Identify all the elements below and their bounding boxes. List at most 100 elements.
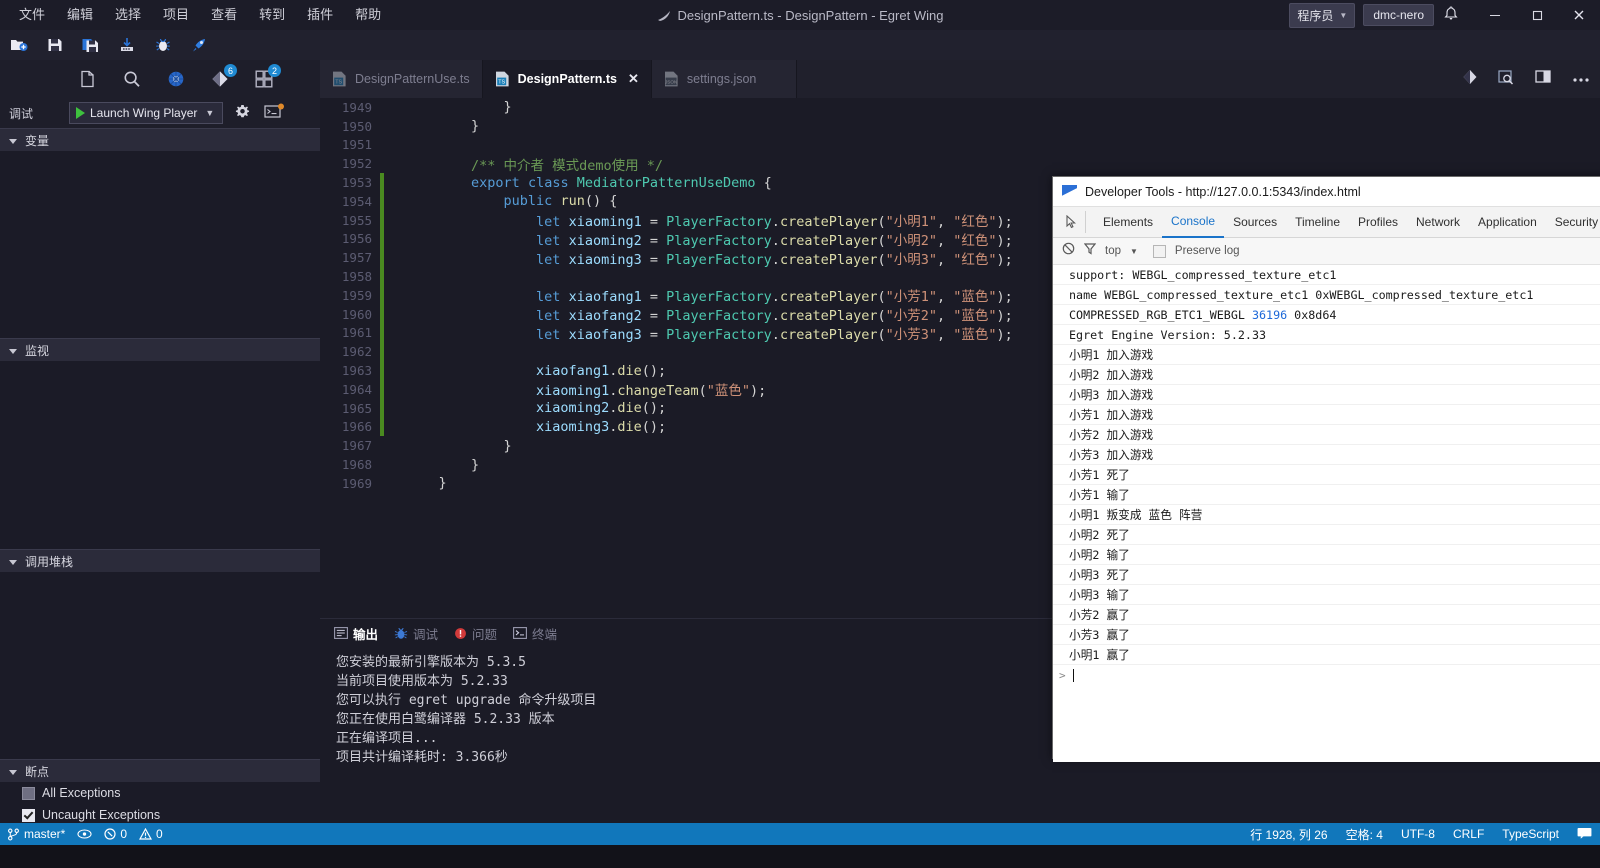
save-all-icon[interactable] [82,36,100,54]
section-header-variables[interactable]: 变量 [0,128,320,151]
editor-tab[interactable]: TS DesignPatternUse.ts [320,60,483,98]
line-number: 1958 [341,269,372,285]
split-editor-icon[interactable] [1535,69,1552,89]
devtools-console-output[interactable]: support: WEBGL_compressed_texture_etc1 na… [1053,265,1600,762]
status-errors[interactable]: 0 [104,827,127,841]
console-log-row: 小明2 输了 [1053,545,1600,565]
editor-tab[interactable]: JSON settings.json [651,60,797,98]
maximize-button[interactable] [1516,0,1558,30]
search-icon[interactable] [122,69,142,89]
devtools-console-filter-bar: top ▼ Preserve log [1053,238,1600,265]
open-console-icon[interactable] [264,103,285,124]
menu-project[interactable]: 项目 [152,0,200,30]
line-number: 1962 [341,344,372,360]
chevron-expanded-icon [9,348,17,354]
menu-view[interactable]: 查看 [200,0,248,30]
menu-goto[interactable]: 转到 [248,0,296,30]
menu-help[interactable]: 帮助 [344,0,392,30]
console-log-row: 小芳3 加入游戏 [1053,445,1600,465]
console-input-prompt[interactable]: > [1053,665,1600,685]
status-bar-left: master* 0 0 [0,827,163,841]
status-warnings[interactable]: 0 [139,827,163,841]
line-number: 1964 [341,381,372,397]
console-context-label[interactable]: top [1105,245,1121,257]
breakpoint-checkbox[interactable] [22,786,35,800]
feedback-icon[interactable] [1577,827,1592,842]
code-line: 1952 /** 中介者 模式demo使用 */ [320,154,1600,174]
debug-config-selector[interactable]: Launch Wing Player ▼ [69,102,224,124]
output-panel-tab[interactable]: 调试 [394,624,438,643]
debug-side-panel: 变量 监视 调用堆栈 断点 All Exceptions Uncaught Exc… [0,128,321,826]
line-number: 1960 [341,306,372,322]
source-control-icon[interactable]: 6 [210,64,237,89]
more-actions-icon[interactable] [1572,70,1590,88]
clear-console-icon[interactable] [1062,242,1075,260]
status-eol[interactable]: CRLF [1453,827,1484,841]
console-log-number: 36196 [1251,307,1288,322]
devtools-tab[interactable]: Profiles [1349,208,1407,237]
menu-edit[interactable]: 编辑 [56,0,104,30]
status-sync[interactable] [77,828,92,840]
split-diff-icon[interactable] [1462,69,1478,90]
bug-icon[interactable] [154,36,172,54]
status-branch[interactable]: master* [7,827,65,841]
new-file-icon[interactable] [10,36,28,54]
role-selector[interactable]: 程序员 ▼ [1289,2,1356,28]
chevron-expanded-icon [9,138,17,144]
status-warning-count: 0 [156,827,163,841]
status-encoding[interactable]: UTF-8 [1401,827,1435,841]
inspect-element-icon[interactable] [1059,211,1086,233]
play-icon[interactable] [76,107,85,119]
breakpoint-row[interactable]: All Exceptions [0,782,320,804]
egret-wing-window: 文件 编辑 选择 项目 查看 转到 插件 帮助 DesignPattern.ts - Desi… [0,0,1600,868]
title-bar-right: 程序员 ▼ dmc-nero [1289,0,1600,30]
minimize-button[interactable] [1474,0,1516,30]
menu-plugins[interactable]: 插件 [296,0,344,30]
menu-select[interactable]: 选择 [104,0,152,30]
code-text: xiaoming3.die(); [536,418,667,435]
output-panel-tab[interactable]: 输出 [334,624,378,643]
user-account-button[interactable]: dmc-nero [1363,4,1434,26]
source-control-branch-icon [8,828,19,840]
console-log-row: 小明2 加入游戏 [1053,365,1600,385]
close-button[interactable] [1558,0,1600,30]
section-header-watch[interactable]: 监视 [0,338,320,361]
editor-tab[interactable]: TS DesignPattern.ts ✕ [482,60,652,98]
status-branch-label: master* [24,827,66,841]
devtools-tab[interactable]: Network [1407,208,1469,237]
devtools-tab[interactable]: Timeline [1286,208,1349,237]
section-header-callstack[interactable]: 调用堆栈 [0,549,320,572]
status-cursor-position[interactable]: 行 1928, 列 26 [1250,826,1327,843]
save-icon[interactable] [46,36,64,54]
preserve-log-checkbox[interactable] [1152,244,1166,258]
close-icon[interactable]: ✕ [628,71,639,87]
status-language[interactable]: TypeScript [1502,827,1559,841]
line-number: 1967 [341,438,372,454]
chevron-down-icon[interactable]: ▼ [205,108,214,118]
devtools-tab[interactable]: Application [1469,208,1546,237]
code-text: xiaoming1.changeTeam("蓝色"); [536,383,767,400]
devtools-tab[interactable]: Sources [1224,208,1286,237]
preview-icon[interactable] [1498,69,1515,90]
output-panel-tab[interactable]: 问题 [454,624,497,643]
devtools-tab[interactable]: Elements [1094,208,1162,237]
filter-icon[interactable] [1083,242,1097,260]
json-file-icon: JSON [664,71,679,87]
extensions-icon[interactable]: 2 [254,64,281,89]
devtools-tab[interactable]: Console [1162,207,1225,238]
output-panel-tab[interactable]: 终端 [513,624,557,643]
breakpoint-checkbox[interactable] [22,808,35,822]
explorer-icon[interactable] [78,69,98,89]
chevron-down-icon[interactable]: ▼ [1130,247,1138,256]
menu-file[interactable]: 文件 [8,0,56,30]
bell-icon[interactable] [1444,5,1458,25]
section-header-breakpoints[interactable]: 断点 [0,759,320,782]
chrome-devtools-icon [1062,184,1077,199]
status-indent[interactable]: 空格: 4 [1346,826,1383,843]
ts-file-icon: TS [495,71,510,87]
debug-icon[interactable] [166,69,186,89]
gear-icon[interactable] [235,104,250,123]
publish-icon[interactable] [118,36,136,54]
rocket-run-icon[interactable] [190,36,208,54]
devtools-tab[interactable]: Security [1546,208,1600,237]
